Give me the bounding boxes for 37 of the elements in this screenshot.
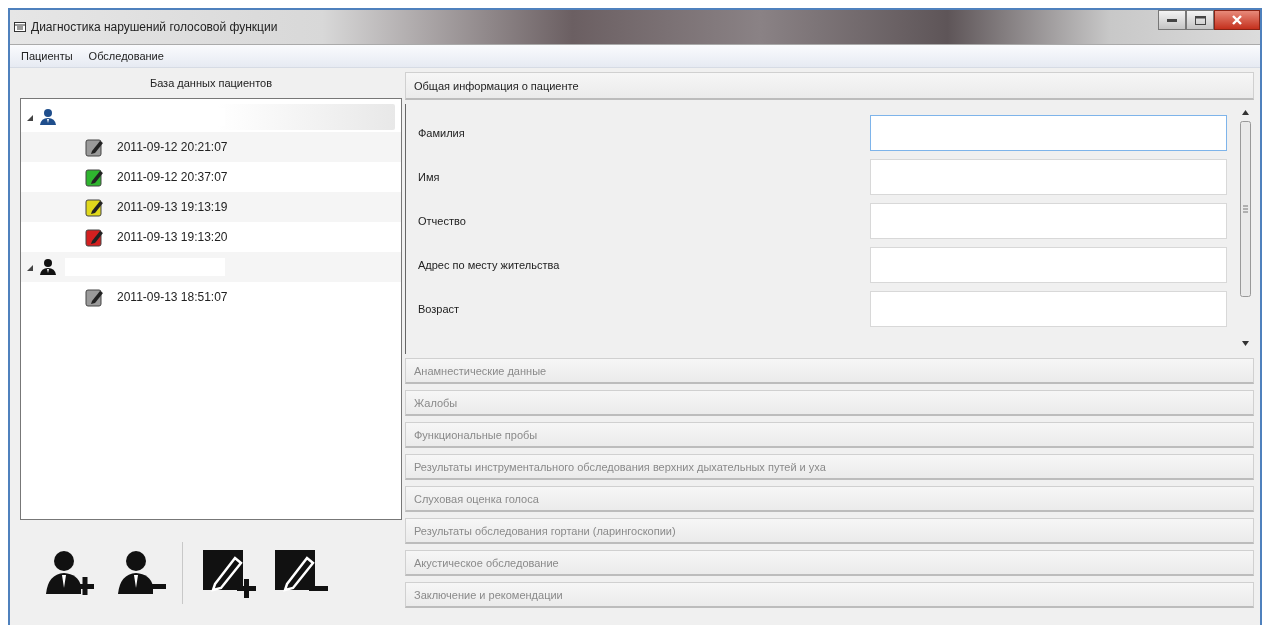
field-label: Фамилия bbox=[418, 127, 466, 139]
section-header[interactable]: Общая информация о пациенте bbox=[405, 72, 1254, 100]
field-label: Имя bbox=[418, 171, 441, 183]
record-date[interactable]: 2011-09-12 20:21:07 bbox=[117, 140, 228, 154]
panel-title: База данных пациентов bbox=[149, 77, 273, 89]
field-label: Возраст bbox=[418, 303, 461, 315]
input-field[interactable] bbox=[870, 247, 1227, 283]
input-field[interactable] bbox=[870, 159, 1227, 195]
menu-item[interactable]: Обследование bbox=[81, 48, 171, 64]
record-date[interactable]: 2011-09-13 19:13:20 bbox=[117, 230, 228, 244]
input-field[interactable] bbox=[870, 115, 1227, 151]
field-label: Адрес по месту жительства bbox=[418, 259, 561, 271]
maximize-button[interactable] bbox=[1186, 10, 1214, 30]
add-user-icon bbox=[44, 549, 96, 596]
scrollbar-thumb[interactable] bbox=[1240, 121, 1251, 297]
close-button[interactable] bbox=[1214, 10, 1260, 30]
user-icon bbox=[39, 258, 57, 276]
window-title: Диагностика нарушений голосовой функции bbox=[31, 20, 278, 34]
minimize-button[interactable] bbox=[1158, 10, 1186, 30]
close-icon bbox=[1232, 15, 1242, 25]
scroll-down-icon[interactable] bbox=[1242, 341, 1249, 346]
minimize-icon bbox=[1167, 18, 1177, 22]
input-field[interactable] bbox=[870, 203, 1227, 239]
record-date[interactable]: 2011-09-13 18:51:07 bbox=[117, 290, 228, 304]
expand-arrow-icon[interactable] bbox=[27, 115, 33, 121]
add-record-icon bbox=[201, 547, 257, 598]
record-date[interactable]: 2011-09-12 20:37:07 bbox=[117, 170, 228, 184]
expand-arrow-icon[interactable] bbox=[27, 265, 33, 271]
maximize-icon bbox=[1194, 15, 1206, 25]
record-date[interactable]: 2011-09-13 19:13:19 bbox=[117, 200, 228, 214]
app-icon bbox=[14, 22, 26, 32]
scroll-up-icon[interactable] bbox=[1242, 110, 1249, 115]
remove-user-icon bbox=[116, 549, 168, 596]
field-label: Отчество bbox=[418, 215, 467, 227]
menu-item[interactable]: Пациенты bbox=[14, 48, 80, 64]
input-field[interactable] bbox=[870, 291, 1227, 327]
user-icon bbox=[39, 108, 57, 126]
